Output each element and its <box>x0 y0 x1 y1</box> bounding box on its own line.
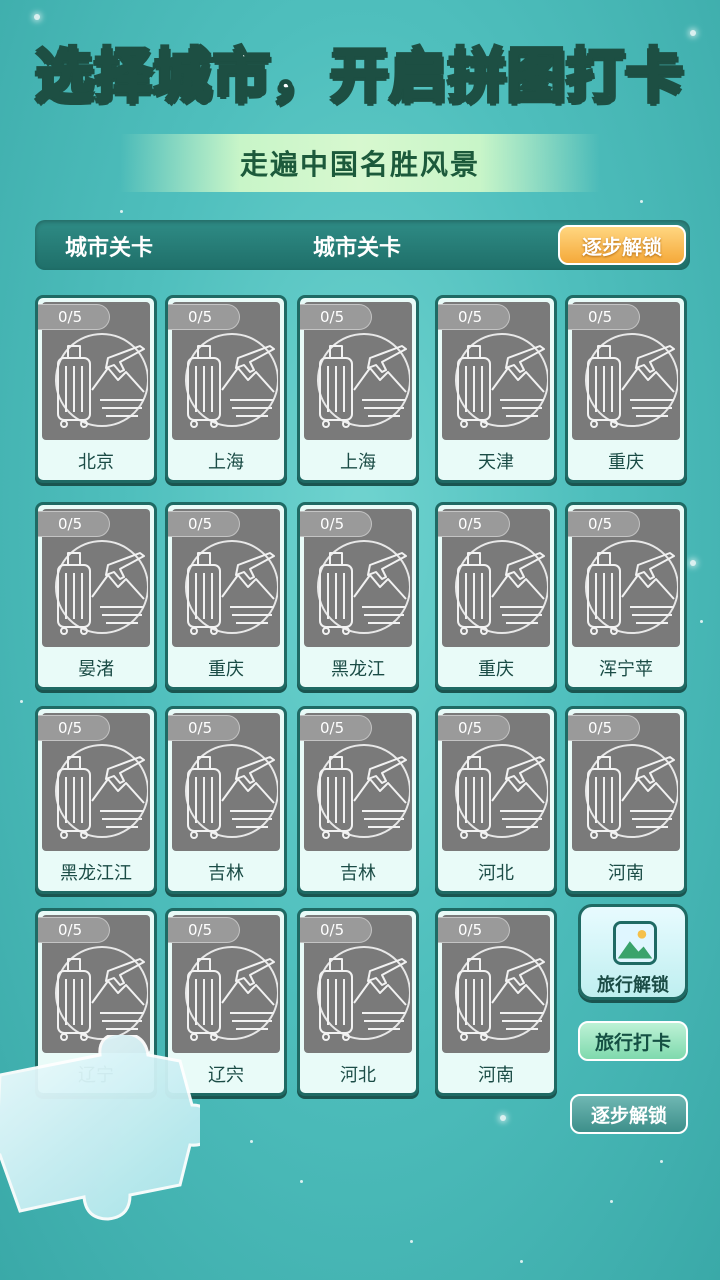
city-card[interactable]: 0/5 吉林 <box>165 706 287 894</box>
suitcase-plane-mountain-icon <box>585 540 678 635</box>
progress-badge: 0/5 <box>168 917 240 943</box>
progress-badge: 0/5 <box>568 304 640 330</box>
progress-badge: 0/5 <box>438 715 510 741</box>
progress-badge: 0/5 <box>438 511 510 537</box>
city-card[interactable]: 0/5 北京 <box>35 295 157 483</box>
city-name: 河南 <box>608 863 644 884</box>
city-card[interactable]: 0/5 重庆 <box>565 295 687 483</box>
city-card[interactable]: 0/5 重庆 <box>435 502 557 690</box>
progress-badge: 0/5 <box>568 715 640 741</box>
city-card[interactable]: 0/5 上海 <box>297 295 419 483</box>
progress-badge: 0/5 <box>438 304 510 330</box>
city-name: 黑龙江 <box>331 659 385 680</box>
puzzle-piece-icon <box>0 1035 200 1221</box>
city-name: 重庆 <box>208 659 244 680</box>
progress-badge: 0/5 <box>300 917 372 943</box>
suitcase-plane-mountain-icon <box>317 540 410 635</box>
picture-icon <box>613 921 657 965</box>
suitcase-plane-mountain-icon <box>185 744 278 839</box>
suitcase-plane-mountain-icon <box>455 946 548 1041</box>
suitcase-plane-mountain-icon <box>185 946 278 1041</box>
step-unlock-button[interactable]: 逐步解锁 <box>558 225 686 265</box>
suitcase-plane-mountain-icon <box>455 744 548 839</box>
city-card[interactable]: 0/5 黑龙江 <box>297 502 419 690</box>
suitcase-plane-mountain-icon <box>185 540 278 635</box>
progress-badge: 0/5 <box>300 511 372 537</box>
progress-badge: 0/5 <box>300 715 372 741</box>
city-card[interactable]: 0/5 河南 <box>435 908 557 1096</box>
city-card[interactable]: 0/5 河北 <box>435 706 557 894</box>
city-name: 重庆 <box>478 659 514 680</box>
suitcase-plane-mountain-icon <box>185 333 278 428</box>
city-card[interactable]: 0/5 黑龙江江 <box>35 706 157 894</box>
step-unlock-side-button[interactable]: 逐步解锁 <box>570 1094 688 1134</box>
travel-unlock-button[interactable]: 旅行解锁 <box>578 904 688 1000</box>
city-card[interactable]: 0/5 浑宁苹 <box>565 502 687 690</box>
suitcase-plane-mountain-icon <box>317 333 410 428</box>
progress-badge: 0/5 <box>300 304 372 330</box>
city-name: 河南 <box>478 1065 514 1086</box>
header-left-label: 城市关卡 <box>65 236 154 261</box>
city-card[interactable]: 0/5 河南 <box>565 706 687 894</box>
suitcase-plane-mountain-icon <box>317 946 410 1041</box>
city-name: 吉林 <box>340 863 376 884</box>
city-card[interactable]: 0/5 吉林 <box>297 706 419 894</box>
suitcase-plane-mountain-icon <box>455 540 548 635</box>
travel-unlock-label: 旅行解锁 <box>597 975 669 996</box>
progress-badge: 0/5 <box>38 715 110 741</box>
suitcase-plane-mountain-icon <box>585 333 678 428</box>
city-name: 黑龙江江 <box>60 863 132 884</box>
city-card[interactable]: 0/5 重庆 <box>165 502 287 690</box>
suitcase-plane-mountain-icon <box>55 540 148 635</box>
city-name: 河北 <box>478 863 514 884</box>
progress-badge: 0/5 <box>168 304 240 330</box>
subtitle: 走遍中国名胜风景 <box>239 148 480 181</box>
progress-badge: 0/5 <box>168 715 240 741</box>
level-header-bar: 城市关卡 城市关卡 逐步解锁 <box>35 220 690 270</box>
header-center-label: 城市关卡 <box>313 236 402 261</box>
suitcase-plane-mountain-icon <box>455 333 548 428</box>
city-card[interactable]: 0/5 河北 <box>297 908 419 1096</box>
suitcase-plane-mountain-icon <box>55 333 148 428</box>
subtitle-banner: 走遍中国名胜风景 <box>120 134 600 192</box>
city-name: 重庆 <box>608 452 644 473</box>
city-name: 晏渚 <box>78 659 114 680</box>
city-card[interactable]: 0/5 天津 <box>435 295 557 483</box>
progress-badge: 0/5 <box>38 304 110 330</box>
city-name: 上海 <box>340 452 376 473</box>
suitcase-plane-mountain-icon <box>585 744 678 839</box>
city-card[interactable]: 0/5 上海 <box>165 295 287 483</box>
progress-badge: 0/5 <box>38 511 110 537</box>
page-title: 选择城市，开启拼图打卡 <box>34 40 685 111</box>
city-name: 河北 <box>340 1065 376 1086</box>
city-name: 浑宁苹 <box>599 659 653 680</box>
city-card[interactable]: 0/5 晏渚 <box>35 502 157 690</box>
progress-badge: 0/5 <box>438 917 510 943</box>
suitcase-plane-mountain-icon <box>317 744 410 839</box>
progress-badge: 0/5 <box>168 511 240 537</box>
progress-badge: 0/5 <box>38 917 110 943</box>
city-name: 北京 <box>78 452 114 473</box>
city-name: 上海 <box>208 452 244 473</box>
suitcase-plane-mountain-icon <box>55 744 148 839</box>
suitcase-plane-mountain-icon <box>55 946 148 1041</box>
progress-badge: 0/5 <box>568 511 640 537</box>
travel-checkin-button[interactable]: 旅行打卡 <box>578 1021 688 1061</box>
city-name: 吉林 <box>208 863 244 884</box>
city-name: 天津 <box>478 452 514 473</box>
